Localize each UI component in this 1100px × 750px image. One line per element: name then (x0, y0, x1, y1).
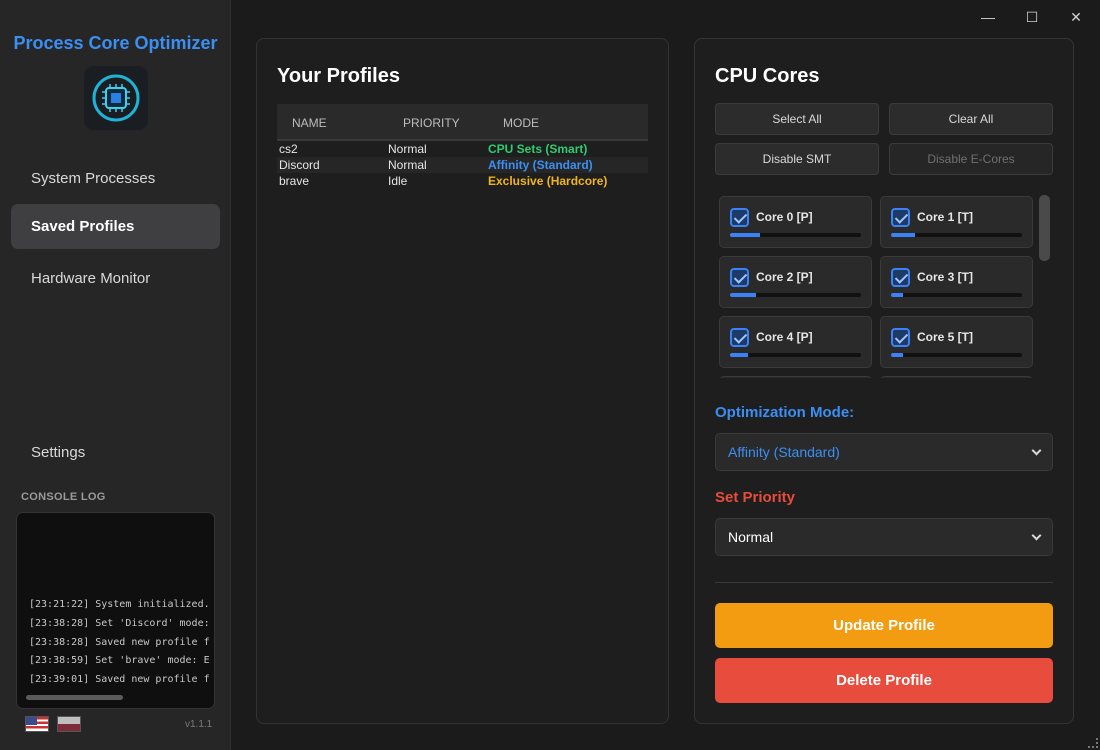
console-log-title: CONSOLE LOG (21, 491, 106, 503)
app-title: Process Core Optimizer (13, 33, 218, 53)
core-toggle[interactable]: Core 0 [P] (719, 196, 872, 248)
profile-mode: Affinity (Standard) (488, 158, 593, 172)
us-flag-icon[interactable] (25, 716, 49, 732)
core-label: Core 2 [P] (756, 270, 813, 284)
core-label: Core 0 [P] (756, 210, 813, 224)
core-toggle[interactable]: Core 5 [T] (880, 316, 1033, 368)
console-line: [23:39:01] Saved new profile f (29, 674, 210, 686)
profiles-title: Your Profiles (277, 65, 400, 87)
core-toggle[interactable]: Core 4 [P] (719, 316, 872, 368)
console-lines: [23:21:22] System initialized. [23:38:28]… (29, 599, 212, 693)
optimization-mode-value: Affinity (Standard) (728, 444, 840, 460)
nav-system-processes[interactable]: System Processes (11, 156, 220, 201)
console-log[interactable]: [23:21:22] System initialized. [23:38:28]… (16, 512, 215, 709)
optimization-mode-label: Optimization Mode: (715, 404, 855, 421)
minimize-button[interactable]: — (978, 8, 998, 26)
column-name[interactable]: NAME (292, 116, 327, 130)
column-priority[interactable]: PRIORITY (403, 116, 460, 130)
core-usage-fill (730, 293, 757, 297)
console-line: [23:38:59] Set 'brave' mode: E (29, 655, 210, 667)
checkbox-checked-icon[interactable] (891, 268, 910, 287)
core-toggle[interactable]: Core 1 [T] (880, 196, 1033, 248)
maximize-button[interactable]: ☐ (1022, 8, 1042, 26)
table-header: NAME PRIORITY MODE (277, 104, 648, 141)
core-label: Core 3 [T] (917, 270, 974, 284)
optimization-mode-select[interactable]: Affinity (Standard) (715, 433, 1053, 471)
checkbox-checked-icon[interactable] (730, 208, 749, 227)
table-row[interactable]: Discord Normal Affinity (Standard) (277, 157, 648, 173)
profiles-panel: Your Profiles NAME PRIORITY MODE cs2 Norm… (256, 38, 669, 724)
core-usage-bar (730, 233, 861, 237)
profile-rows: cs2 Normal CPU Sets (Smart) Discord Normal Af… (277, 141, 648, 189)
core-usage-bar (891, 233, 1022, 237)
core-usage-fill (891, 233, 915, 237)
checkbox-checked-icon[interactable] (730, 328, 749, 347)
profile-name: cs2 (279, 142, 298, 156)
resize-grip-icon[interactable] (1088, 738, 1098, 748)
divider (715, 582, 1053, 583)
profile-priority: Normal (388, 142, 427, 156)
core-usage-bar (891, 353, 1022, 357)
core-label: Core 4 [P] (756, 330, 813, 344)
core-toggle[interactable] (719, 376, 872, 378)
console-line: [23:38:28] Saved new profile f (29, 636, 210, 648)
table-row[interactable]: cs2 Normal CPU Sets (Smart) (277, 141, 648, 157)
profile-mode: Exclusive (Hardcore) (488, 174, 608, 188)
profile-name: Discord (279, 158, 320, 172)
profile-priority: Normal (388, 158, 427, 172)
core-toggle[interactable]: Core 3 [T] (880, 256, 1033, 308)
core-usage-fill (730, 353, 749, 357)
core-usage-fill (891, 293, 903, 297)
priority-select[interactable]: Normal (715, 518, 1053, 556)
core-usage-fill (891, 353, 903, 357)
pl-flag-icon[interactable] (57, 716, 81, 732)
version-label: v1.1.1 (185, 719, 213, 730)
disable-smt-button[interactable]: Disable SMT (715, 143, 879, 175)
core-toggle[interactable]: Core 2 [P] (719, 256, 872, 308)
cpu-cores-title: CPU Cores (715, 65, 820, 87)
console-line: [23:38:28] Set 'Discord' mode: (29, 617, 210, 629)
core-usage-bar (891, 293, 1022, 297)
clear-all-button[interactable]: Clear All (889, 103, 1053, 135)
cpu-logo-icon (84, 66, 148, 130)
chevron-down-icon (1031, 530, 1042, 541)
checkbox-checked-icon[interactable] (891, 328, 910, 347)
table-row[interactable]: brave Idle Exclusive (Hardcore) (277, 173, 648, 189)
close-button[interactable]: ✕ (1066, 8, 1086, 26)
console-scrollbar[interactable] (26, 695, 123, 700)
nav-saved-profiles[interactable]: Saved Profiles (11, 204, 220, 249)
core-label: Core 1 [T] (917, 210, 974, 224)
core-usage-fill (730, 233, 761, 237)
cpu-panel: CPU Cores Select All Clear All Disable S… (694, 38, 1074, 724)
cores-scrollbar[interactable] (1039, 195, 1050, 261)
update-profile-button[interactable]: Update Profile (715, 603, 1053, 648)
nav-settings[interactable]: Settings (11, 430, 220, 475)
cores-grid: Core 0 [P] Core 1 [T] Core 2 [P] Core 3 [T]… (715, 193, 1035, 378)
profile-priority: Idle (388, 174, 408, 188)
profile-name: brave (279, 174, 310, 188)
delete-profile-button[interactable]: Delete Profile (715, 658, 1053, 703)
select-all-button[interactable]: Select All (715, 103, 879, 135)
console-line: [23:21:22] System initialized. (29, 599, 210, 610)
checkbox-checked-icon[interactable] (891, 208, 910, 227)
disable-ecores-button[interactable]: Disable E-Cores (889, 143, 1053, 175)
checkbox-checked-icon[interactable] (730, 268, 749, 287)
priority-value: Normal (728, 529, 774, 545)
core-label: Core 5 [T] (917, 330, 974, 344)
nav-hardware-monitor[interactable]: Hardware Monitor (11, 256, 220, 301)
column-mode[interactable]: MODE (503, 116, 539, 130)
chevron-down-icon (1031, 445, 1042, 456)
profiles-table: NAME PRIORITY MODE cs2 Normal CPU Sets (Sm… (277, 104, 648, 189)
core-usage-bar (730, 293, 861, 297)
set-priority-label: Set Priority (715, 489, 796, 506)
core-usage-bar (730, 353, 861, 357)
core-toggle[interactable] (880, 376, 1033, 378)
profile-mode: CPU Sets (Smart) (488, 142, 588, 156)
sidebar: Process Core Optimizer System Processes … (0, 0, 231, 750)
